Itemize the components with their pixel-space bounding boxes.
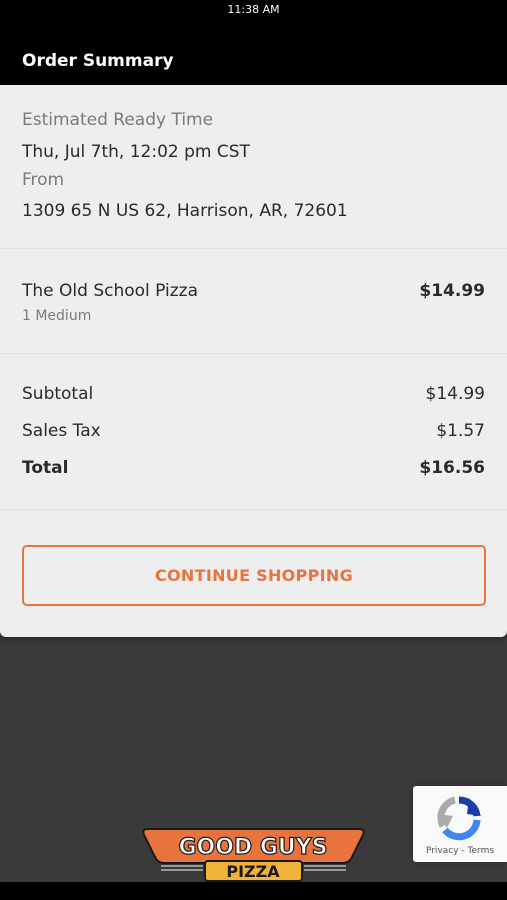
item-price: $14.99 <box>419 281 485 301</box>
page-title: Order Summary <box>22 51 174 71</box>
item-name: The Old School Pizza <box>22 281 199 301</box>
recaptcha-badge[interactable]: Privacy - Terms <box>413 786 507 862</box>
svg-text:GOOD GUYS: GOOD GUYS <box>178 835 327 860</box>
sales-tax-label: Sales Tax <box>22 421 101 441</box>
item-detail: 1 Medium <box>22 308 92 324</box>
good-guys-pizza-logo: GOOD GUYS PIZZA <box>141 825 366 883</box>
ready-time-value: Thu, Jul 7th, 12:02 pm CST <box>22 142 250 162</box>
recaptcha-links: Privacy - Terms <box>413 846 507 856</box>
store-address: 1309 65 N US 62, Harrison, AR, 72601 <box>22 201 348 221</box>
header-bar: Order Summary <box>0 22 507 85</box>
ready-time-label: Estimated Ready Time <box>22 110 214 130</box>
recaptcha-icon <box>437 796 481 841</box>
items-section: The Old School Pizza 1 Medium $14.99 <box>0 249 507 353</box>
status-time: 11:38 AM <box>227 3 280 16</box>
continue-shopping-label: CONTINUE SHOPPING <box>154 566 354 585</box>
total-value: $16.56 <box>419 458 485 478</box>
svg-text:PIZZA: PIZZA <box>226 862 280 881</box>
subtotal-value: $14.99 <box>425 384 485 404</box>
terms-link[interactable]: Terms <box>468 846 495 856</box>
bottom-bar <box>0 882 507 900</box>
totals-section: Subtotal $14.99 Sales Tax $1.57 Total $1… <box>0 354 507 509</box>
order-summary-card: Estimated Ready Time Thu, Jul 7th, 12:02… <box>0 85 507 637</box>
subtotal-label: Subtotal <box>22 384 94 404</box>
link-separator: - <box>458 846 468 856</box>
divider <box>0 509 507 510</box>
sales-tax-value: $1.57 <box>436 421 485 441</box>
privacy-link[interactable]: Privacy <box>426 846 459 856</box>
total-label: Total <box>22 458 69 478</box>
status-bar: 11:38 AM <box>0 0 507 22</box>
from-label: From <box>22 170 65 190</box>
pickup-section: Estimated Ready Time Thu, Jul 7th, 12:02… <box>0 85 507 248</box>
continue-shopping-button[interactable]: CONTINUE SHOPPING <box>22 545 486 606</box>
